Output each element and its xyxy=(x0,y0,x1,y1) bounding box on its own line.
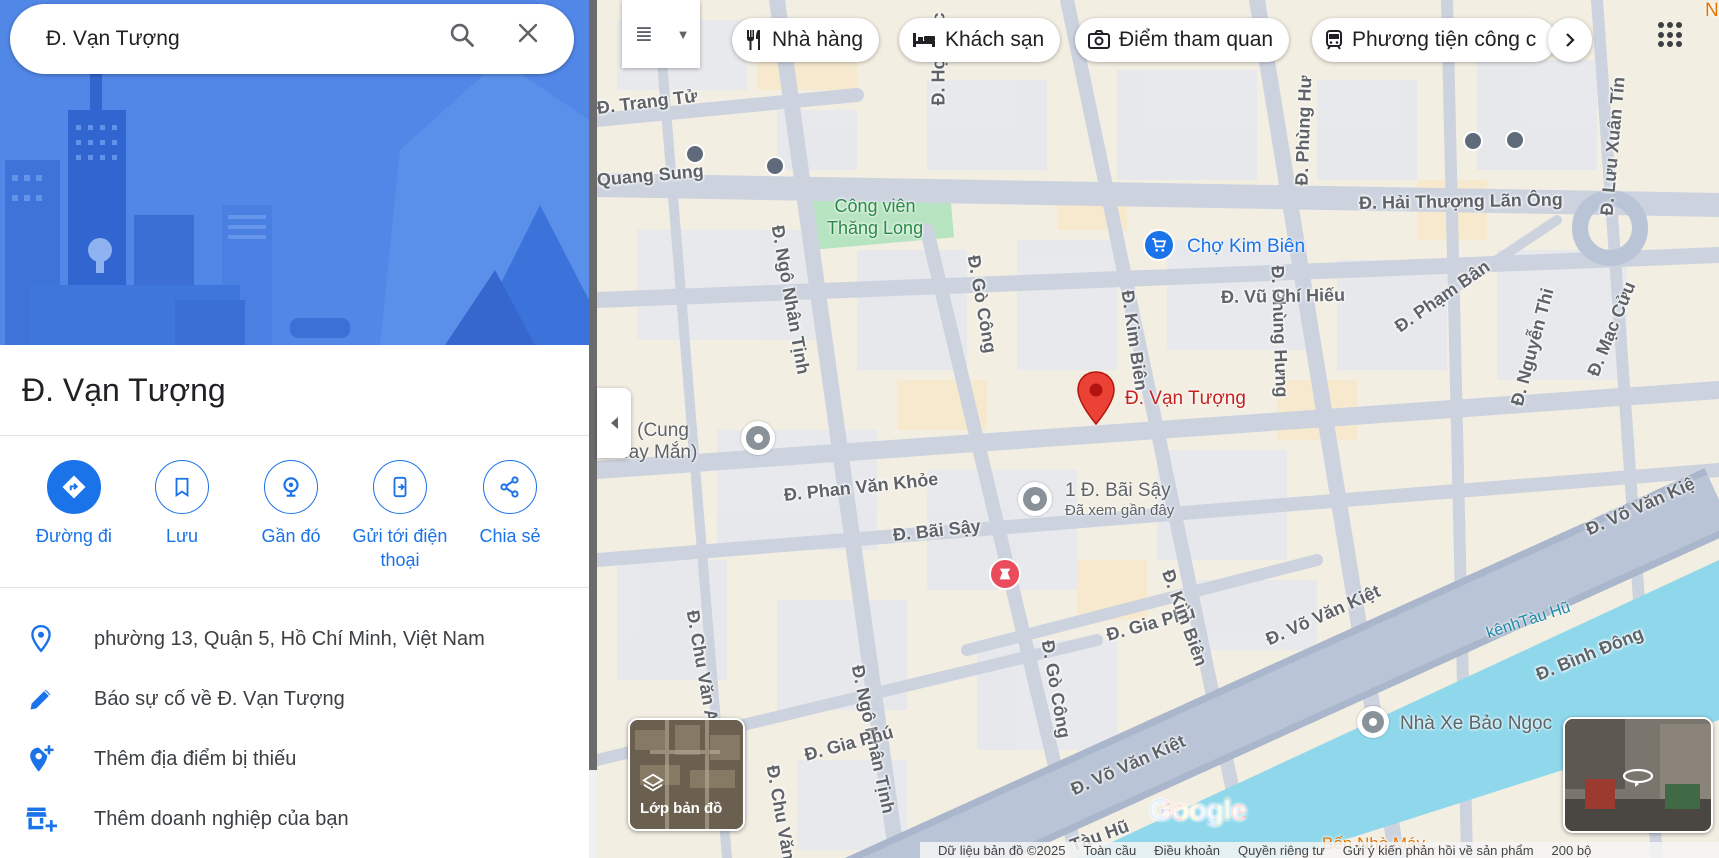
nearby-button[interactable]: Gần đó xyxy=(236,460,346,548)
layers-icon xyxy=(642,773,664,792)
add-business-text: Thêm doanh nghiệp của bạn xyxy=(94,808,349,830)
sidebar-scrollbar[interactable] xyxy=(589,0,597,858)
bus-stop-icon[interactable] xyxy=(765,156,785,176)
place-title: Đ. Vạn Tượng xyxy=(22,372,226,408)
report-issue-text: Báo sự cố về Đ. Vạn Tượng xyxy=(94,688,345,710)
directions-label: Đường đi xyxy=(36,526,112,546)
footer-feedback-link[interactable]: Gửi ý kiến phản hồi về sản phẩm xyxy=(1343,843,1534,858)
chip-transit[interactable]: Phương tiện công c xyxy=(1312,18,1556,62)
map-type-icon[interactable]: ≣ xyxy=(622,21,666,47)
train-icon xyxy=(1324,29,1344,51)
gray-pin-icon xyxy=(746,426,770,450)
landmark-icon xyxy=(999,568,1011,580)
market-marker[interactable] xyxy=(1143,229,1175,261)
apps-grid-icon[interactable] xyxy=(1658,22,1684,48)
street-label: Đ. Phùng Hư xyxy=(1291,75,1316,186)
chip-attractions[interactable]: Điểm tham quan xyxy=(1075,18,1290,62)
layers-label: Lớp bản đồ xyxy=(640,800,723,817)
corner-poi-label[interactable]: N xyxy=(1705,0,1719,22)
recent-place-label[interactable]: 1 Đ. Bãi Sậy Đã xem gần đây xyxy=(1065,481,1174,521)
recent-marker[interactable] xyxy=(1018,482,1052,516)
send-to-phone-button[interactable]: Gửi tới điện thoại xyxy=(345,460,455,572)
share-button[interactable]: Chia sẻ xyxy=(455,460,565,548)
bed-icon xyxy=(911,29,937,51)
footer-terms-link[interactable]: Điều khoản xyxy=(1154,843,1220,858)
google-logo: Google xyxy=(1149,794,1247,827)
bus-station-marker[interactable] xyxy=(1357,706,1389,738)
hero-illustration xyxy=(0,0,589,345)
selected-place-label[interactable]: Đ. Vạn Tượng xyxy=(1125,388,1246,410)
address-text: phường 13, Quận 5, Hồ Chí Minh, Việt Nam xyxy=(94,628,485,650)
action-bar: Đường đi Lưu Gần đó Gửi tới điện thoại C… xyxy=(0,460,589,580)
street-label: Đ. Vũ Chí Hiếu xyxy=(1220,284,1346,307)
bus-stop-icon[interactable] xyxy=(1505,130,1525,150)
restaurant-icon xyxy=(744,28,764,52)
red-pin-icon xyxy=(1077,371,1115,426)
selected-place-pin[interactable] xyxy=(1075,370,1117,433)
camera-icon xyxy=(1087,29,1111,51)
send-to-phone-label: Gửi tới điện thoại xyxy=(352,526,448,570)
chip-restaurants[interactable]: Nhà hàng xyxy=(732,18,880,62)
gray-pin-icon xyxy=(1362,711,1384,733)
nearby-label: Gần đó xyxy=(261,526,321,546)
map-canvas[interactable]: Đ. Trang Tử Quang Sung Đ. Học Lạc Đ. Ngô… xyxy=(597,0,1719,858)
nearby-icon xyxy=(264,460,318,514)
park-label: Công viên Thăng Long xyxy=(827,196,924,238)
map-footer: Dữ liệu bản đồ ©2025 Toàn cầu Điều khoản… xyxy=(920,842,1719,858)
chevron-down-icon[interactable]: ▼ xyxy=(666,27,700,42)
cart-icon xyxy=(1152,238,1167,252)
collapse-sidebar-button[interactable] xyxy=(597,388,631,458)
divider xyxy=(0,587,589,588)
directions-button[interactable]: Đường đi xyxy=(19,460,129,548)
share-icon xyxy=(483,460,537,514)
rotate-360-icon xyxy=(1622,768,1654,787)
layers-button[interactable]: Lớp bản đồ xyxy=(628,718,745,831)
save-button[interactable]: Lưu xyxy=(127,460,237,548)
add-location-icon xyxy=(24,742,58,776)
send-to-phone-icon xyxy=(373,460,427,514)
add-missing-place-text: Thêm địa điểm bị thiếu xyxy=(94,748,297,770)
palace-marker[interactable] xyxy=(741,421,775,455)
chevron-left-icon xyxy=(611,417,618,429)
share-label: Chia sẻ xyxy=(479,526,541,546)
info-list: phường 13, Quận 5, Hồ Chí Minh, Việt Nam… xyxy=(0,612,589,852)
map-data-attribution: Dữ liệu bản đồ ©2025 xyxy=(938,842,1066,858)
close-icon[interactable] xyxy=(516,21,552,57)
bus-stop-icon[interactable] xyxy=(685,144,705,164)
market-label[interactable]: Chợ Kim Biên xyxy=(1187,236,1305,258)
chip-hotels[interactable]: Khách sạn xyxy=(899,18,1061,62)
street-view-thumbnail[interactable] xyxy=(1563,717,1713,833)
street-label: Đ. Hải Thượng Lãn Ông xyxy=(1358,189,1563,213)
landmark-marker[interactable] xyxy=(989,558,1021,590)
divider xyxy=(0,435,589,436)
scrollbar-thumb[interactable] xyxy=(589,0,597,770)
chevron-right-icon xyxy=(1566,33,1575,47)
bookmark-icon xyxy=(155,460,209,514)
address-row[interactable]: phường 13, Quận 5, Hồ Chí Minh, Việt Nam xyxy=(0,612,589,672)
bus-station-label[interactable]: Nhà Xe Bảo Ngọc xyxy=(1400,713,1552,735)
footer-global-link[interactable]: Toàn cầu xyxy=(1083,843,1136,858)
save-label: Lưu xyxy=(165,526,199,546)
sidebar: Đ. Vạn Tượng Đường đi Lưu Gần đó xyxy=(0,0,589,858)
directions-icon xyxy=(47,460,101,514)
add-business-row[interactable]: Thêm doanh nghiệp của bạn xyxy=(0,792,589,852)
add-business-icon xyxy=(24,802,58,836)
add-missing-place-row[interactable]: Thêm địa điểm bị thiếu xyxy=(0,732,589,792)
pencil-icon xyxy=(24,682,58,716)
map-scale[interactable]: 200 bộ xyxy=(1552,843,1592,858)
footer-privacy-link[interactable]: Quyền riêng tư xyxy=(1238,843,1325,858)
search-input[interactable] xyxy=(46,22,426,56)
search-box[interactable] xyxy=(10,4,574,74)
chips-scroll-right-button[interactable] xyxy=(1548,18,1592,62)
bus-stop-icon[interactable] xyxy=(1463,131,1483,151)
report-issue-row[interactable]: Báo sự cố về Đ. Vạn Tượng xyxy=(0,672,589,732)
search-icon[interactable] xyxy=(448,21,484,57)
gray-pin-icon xyxy=(1023,487,1047,511)
location-pin-icon xyxy=(24,622,58,656)
map-view-toggle[interactable]: ≣ ▼ xyxy=(622,0,700,68)
